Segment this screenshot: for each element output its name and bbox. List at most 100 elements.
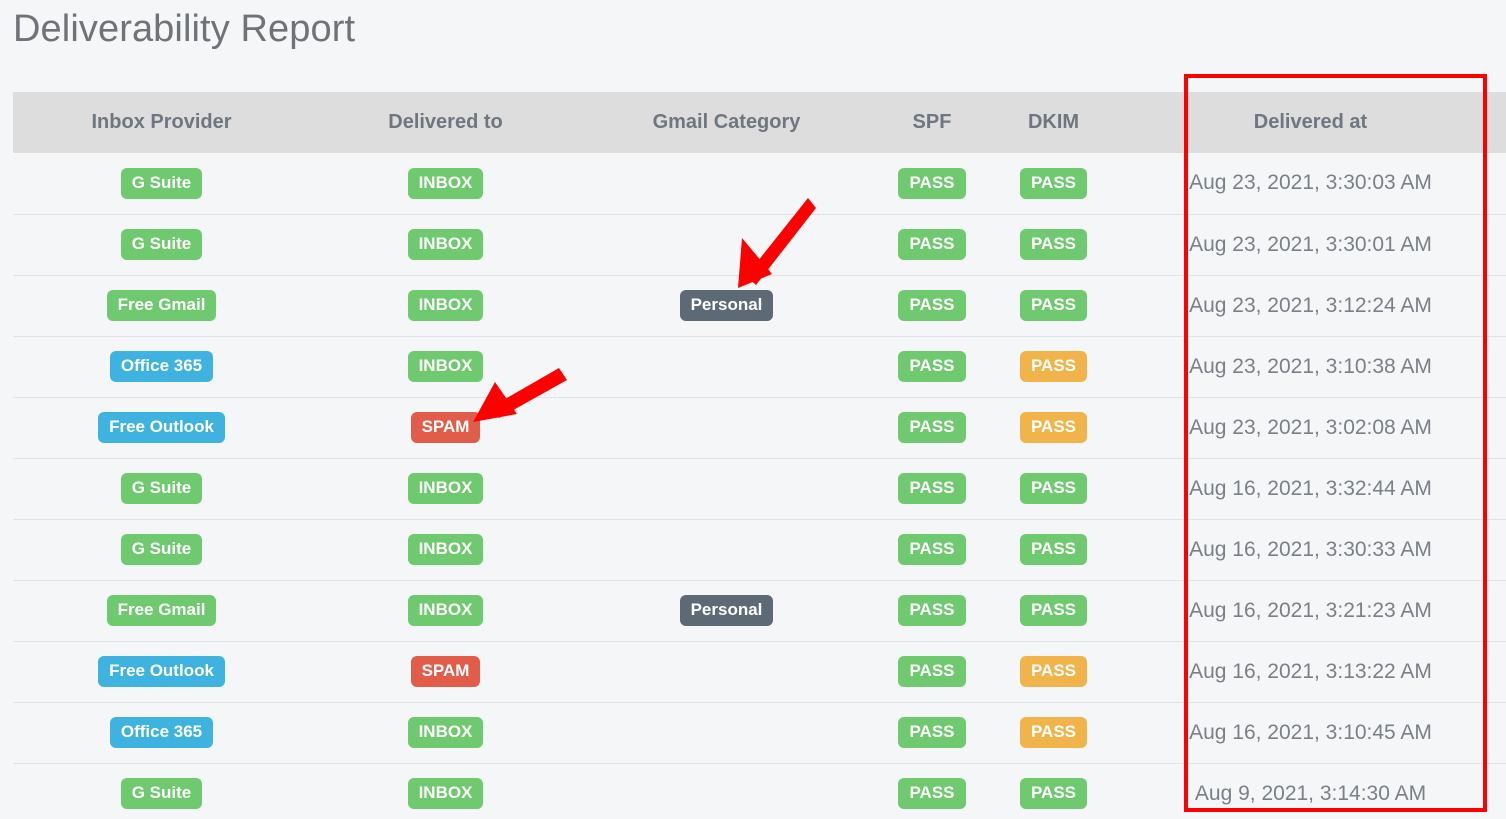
column-header-dkim[interactable]: DKIM — [992, 92, 1115, 153]
cell-delivered-at: Aug 16, 2021, 3:32:44 AM — [1115, 457, 1506, 519]
table-row: G Suite INBOX PASS PASS Aug 16, 2021, 3:32:4… — [13, 457, 1506, 519]
cell-gmail-category — [581, 701, 872, 763]
status-badge[interactable]: INBOX — [407, 290, 484, 321]
cell-gmail-category — [581, 213, 872, 275]
status-badge[interactable]: INBOX — [407, 229, 484, 260]
status-badge[interactable]: PASS — [898, 656, 966, 687]
table-row: Free Outlook SPAM PASS PASS Aug 16, 2021, 3:… — [13, 640, 1506, 702]
delivered-at-timestamp: Aug 9, 2021, 3:14:30 AM — [1194, 781, 1427, 805]
cell-spf: PASS — [872, 762, 992, 819]
cell-spf: PASS — [872, 213, 992, 275]
status-badge[interactable]: PASS — [1019, 167, 1088, 199]
status-badge[interactable]: INBOX — [407, 534, 484, 565]
cell-dkim: PASS — [992, 762, 1115, 819]
deliverability-table: Inbox Provider Delivered to Gmail Catego… — [13, 92, 1506, 819]
cell-delivered-at: Aug 16, 2021, 3:30:33 AM — [1115, 518, 1506, 580]
status-badge[interactable]: G Suite — [120, 167, 203, 199]
status-badge[interactable]: PASS — [1019, 534, 1088, 565]
cell-delivered-at: Aug 16, 2021, 3:21:23 AM — [1115, 579, 1506, 641]
status-badge[interactable]: PASS — [1019, 412, 1088, 443]
status-badge[interactable]: Free Outlook — [98, 412, 225, 443]
status-badge[interactable]: PASS — [1019, 595, 1088, 626]
status-badge[interactable]: G Suite — [120, 534, 203, 565]
status-badge[interactable]: PASS — [1019, 351, 1088, 382]
cell-inbox-provider: G Suite — [13, 457, 310, 519]
delivered-at-timestamp: Aug 16, 2021, 3:10:45 AM — [1189, 720, 1432, 744]
table-row: Office 365 INBOX PASS PASS Aug 16, 2021, 3:1… — [13, 701, 1506, 763]
status-badge[interactable]: PASS — [1019, 290, 1088, 321]
cell-gmail-category — [581, 396, 872, 458]
status-badge[interactable]: INBOX — [407, 717, 484, 748]
column-header-delivered-to[interactable]: Delivered to — [310, 92, 581, 153]
table-header: Inbox Provider Delivered to Gmail Catego… — [13, 92, 1506, 153]
page-title: Deliverability Report — [13, 8, 356, 50]
delivered-at-timestamp: Aug 23, 2021, 3:10:38 AM — [1189, 354, 1432, 378]
cell-inbox-provider: G Suite — [13, 518, 310, 580]
cell-inbox-provider: G Suite — [13, 762, 310, 819]
status-badge[interactable]: PASS — [898, 351, 966, 382]
table-header-row: Inbox Provider Delivered to Gmail Catego… — [13, 92, 1506, 153]
status-badge[interactable]: PASS — [898, 229, 966, 260]
cell-delivered-to: INBOX — [310, 153, 581, 214]
table-row: Office 365 INBOX PASS PASS Aug 23, 2021, 3:1… — [13, 335, 1506, 397]
cell-spf: PASS — [872, 396, 992, 458]
column-header-spf[interactable]: SPF — [872, 92, 992, 153]
status-badge[interactable]: G Suite — [120, 778, 203, 810]
status-badge[interactable]: INBOX — [407, 473, 484, 504]
cell-dkim: PASS — [992, 153, 1115, 214]
status-badge[interactable]: SPAM — [410, 412, 481, 443]
table-row: G Suite INBOX PASS PASS Aug 9, 2021, 3:14:30… — [13, 762, 1506, 819]
column-header-delivered-at[interactable]: Delivered at — [1115, 92, 1506, 153]
cell-delivered-at: Aug 16, 2021, 3:13:22 AM — [1115, 640, 1506, 702]
status-badge[interactable]: INBOX — [407, 778, 484, 810]
delivered-at-timestamp: Aug 23, 2021, 3:30:03 AM — [1189, 171, 1432, 195]
status-badge[interactable]: Personal — [679, 290, 774, 321]
delivered-at-timestamp: Aug 23, 2021, 3:02:08 AM — [1189, 415, 1432, 439]
status-badge[interactable]: G Suite — [120, 229, 203, 260]
status-badge[interactable]: PASS — [898, 534, 966, 565]
status-badge[interactable]: INBOX — [407, 167, 484, 199]
status-badge[interactable]: SPAM — [410, 656, 481, 687]
cell-delivered-to: INBOX — [310, 335, 581, 397]
column-header-inbox-provider[interactable]: Inbox Provider — [13, 92, 310, 153]
cell-dkim: PASS — [992, 213, 1115, 275]
status-badge[interactable]: Free Outlook — [98, 656, 225, 687]
status-badge[interactable]: PASS — [1019, 473, 1088, 504]
cell-delivered-to: INBOX — [310, 457, 581, 519]
cell-delivered-at: Aug 23, 2021, 3:10:38 AM — [1115, 335, 1506, 397]
status-badge[interactable]: Free Gmail — [106, 595, 217, 626]
cell-spf: PASS — [872, 335, 992, 397]
status-badge[interactable]: Office 365 — [109, 351, 214, 382]
status-badge[interactable]: PASS — [898, 167, 966, 199]
status-badge[interactable]: PASS — [898, 595, 966, 626]
status-badge[interactable]: INBOX — [407, 595, 484, 626]
status-badge[interactable]: PASS — [1019, 717, 1088, 748]
cell-delivered-at: Aug 23, 2021, 3:30:03 AM — [1115, 153, 1506, 214]
status-badge[interactable]: PASS — [898, 412, 966, 443]
column-header-gmail-category[interactable]: Gmail Category — [581, 92, 872, 153]
cell-dkim: PASS — [992, 457, 1115, 519]
cell-inbox-provider: Office 365 — [13, 701, 310, 763]
table-row: G Suite INBOX PASS PASS Aug 23, 2021, 3:30:0… — [13, 213, 1506, 275]
cell-delivered-to: INBOX — [310, 762, 581, 819]
status-badge[interactable]: PASS — [898, 473, 966, 504]
status-badge[interactable]: Free Gmail — [106, 290, 217, 321]
status-badge[interactable]: PASS — [1019, 229, 1088, 260]
cell-delivered-to: INBOX — [310, 579, 581, 641]
status-badge[interactable]: Personal — [679, 595, 774, 626]
status-badge[interactable]: G Suite — [120, 473, 203, 504]
status-badge[interactable]: PASS — [1019, 778, 1088, 810]
status-badge[interactable]: PASS — [898, 778, 966, 810]
status-badge[interactable]: PASS — [1019, 656, 1088, 687]
status-badge[interactable]: Office 365 — [109, 717, 214, 748]
cell-gmail-category: Personal — [581, 579, 872, 641]
table-row: Free Outlook SPAM PASS PASS Aug 23, 2021, 3:… — [13, 396, 1506, 458]
status-badge[interactable]: PASS — [898, 717, 966, 748]
cell-spf: PASS — [872, 701, 992, 763]
cell-delivered-at: Aug 16, 2021, 3:10:45 AM — [1115, 701, 1506, 763]
table-row: G Suite INBOX PASS PASS Aug 23, 2021, 3:30:0… — [13, 153, 1506, 214]
cell-inbox-provider: Free Gmail — [13, 274, 310, 336]
status-badge[interactable]: INBOX — [407, 351, 484, 382]
status-badge[interactable]: PASS — [898, 290, 966, 321]
delivered-at-timestamp: Aug 23, 2021, 3:30:01 AM — [1189, 232, 1432, 256]
